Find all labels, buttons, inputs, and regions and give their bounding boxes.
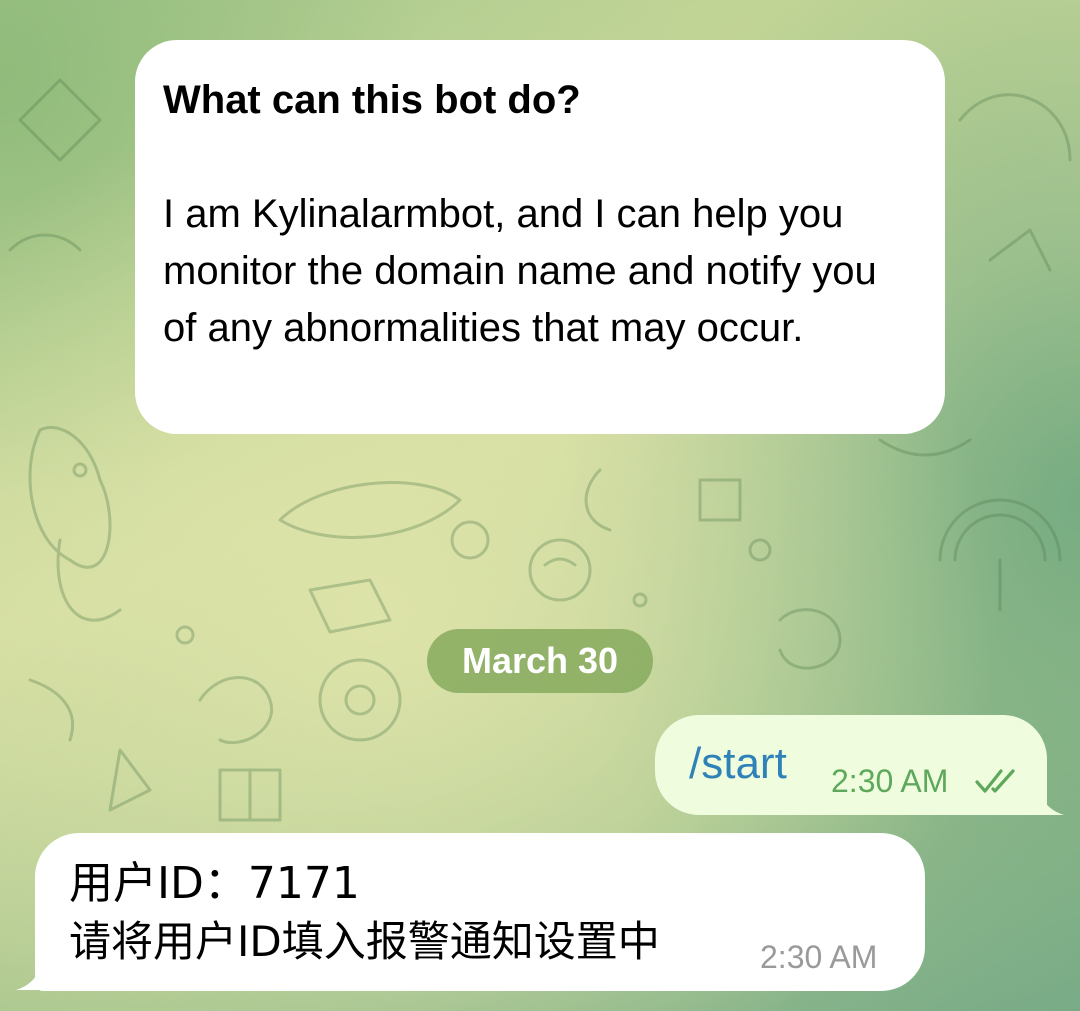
bot-intro-title: What can this bot do? (163, 78, 581, 122)
bot-intro-description: I am Kylinalarmbot, and I can help you m… (163, 192, 877, 350)
start-command-link[interactable]: /start (689, 739, 787, 789)
instruction-text: 请将用户ID填入报警通知设置中 (69, 917, 660, 966)
double-check-icon (975, 769, 1015, 793)
incoming-message[interactable]: 用户ID：7171 请将用户ID填入报警通知设置中 2:30 AM (35, 833, 925, 991)
message-timestamp: 2:30 AM (831, 763, 949, 799)
date-separator: March 30 (427, 629, 653, 693)
message-timestamp: 2:30 AM (760, 939, 878, 975)
outgoing-message[interactable]: /start 2:30 AM (655, 715, 1047, 815)
user-id-text: 用户ID：7171 (69, 858, 360, 909)
bot-intro-card: What can this bot do? I am Kylinalarmbot… (135, 40, 945, 434)
